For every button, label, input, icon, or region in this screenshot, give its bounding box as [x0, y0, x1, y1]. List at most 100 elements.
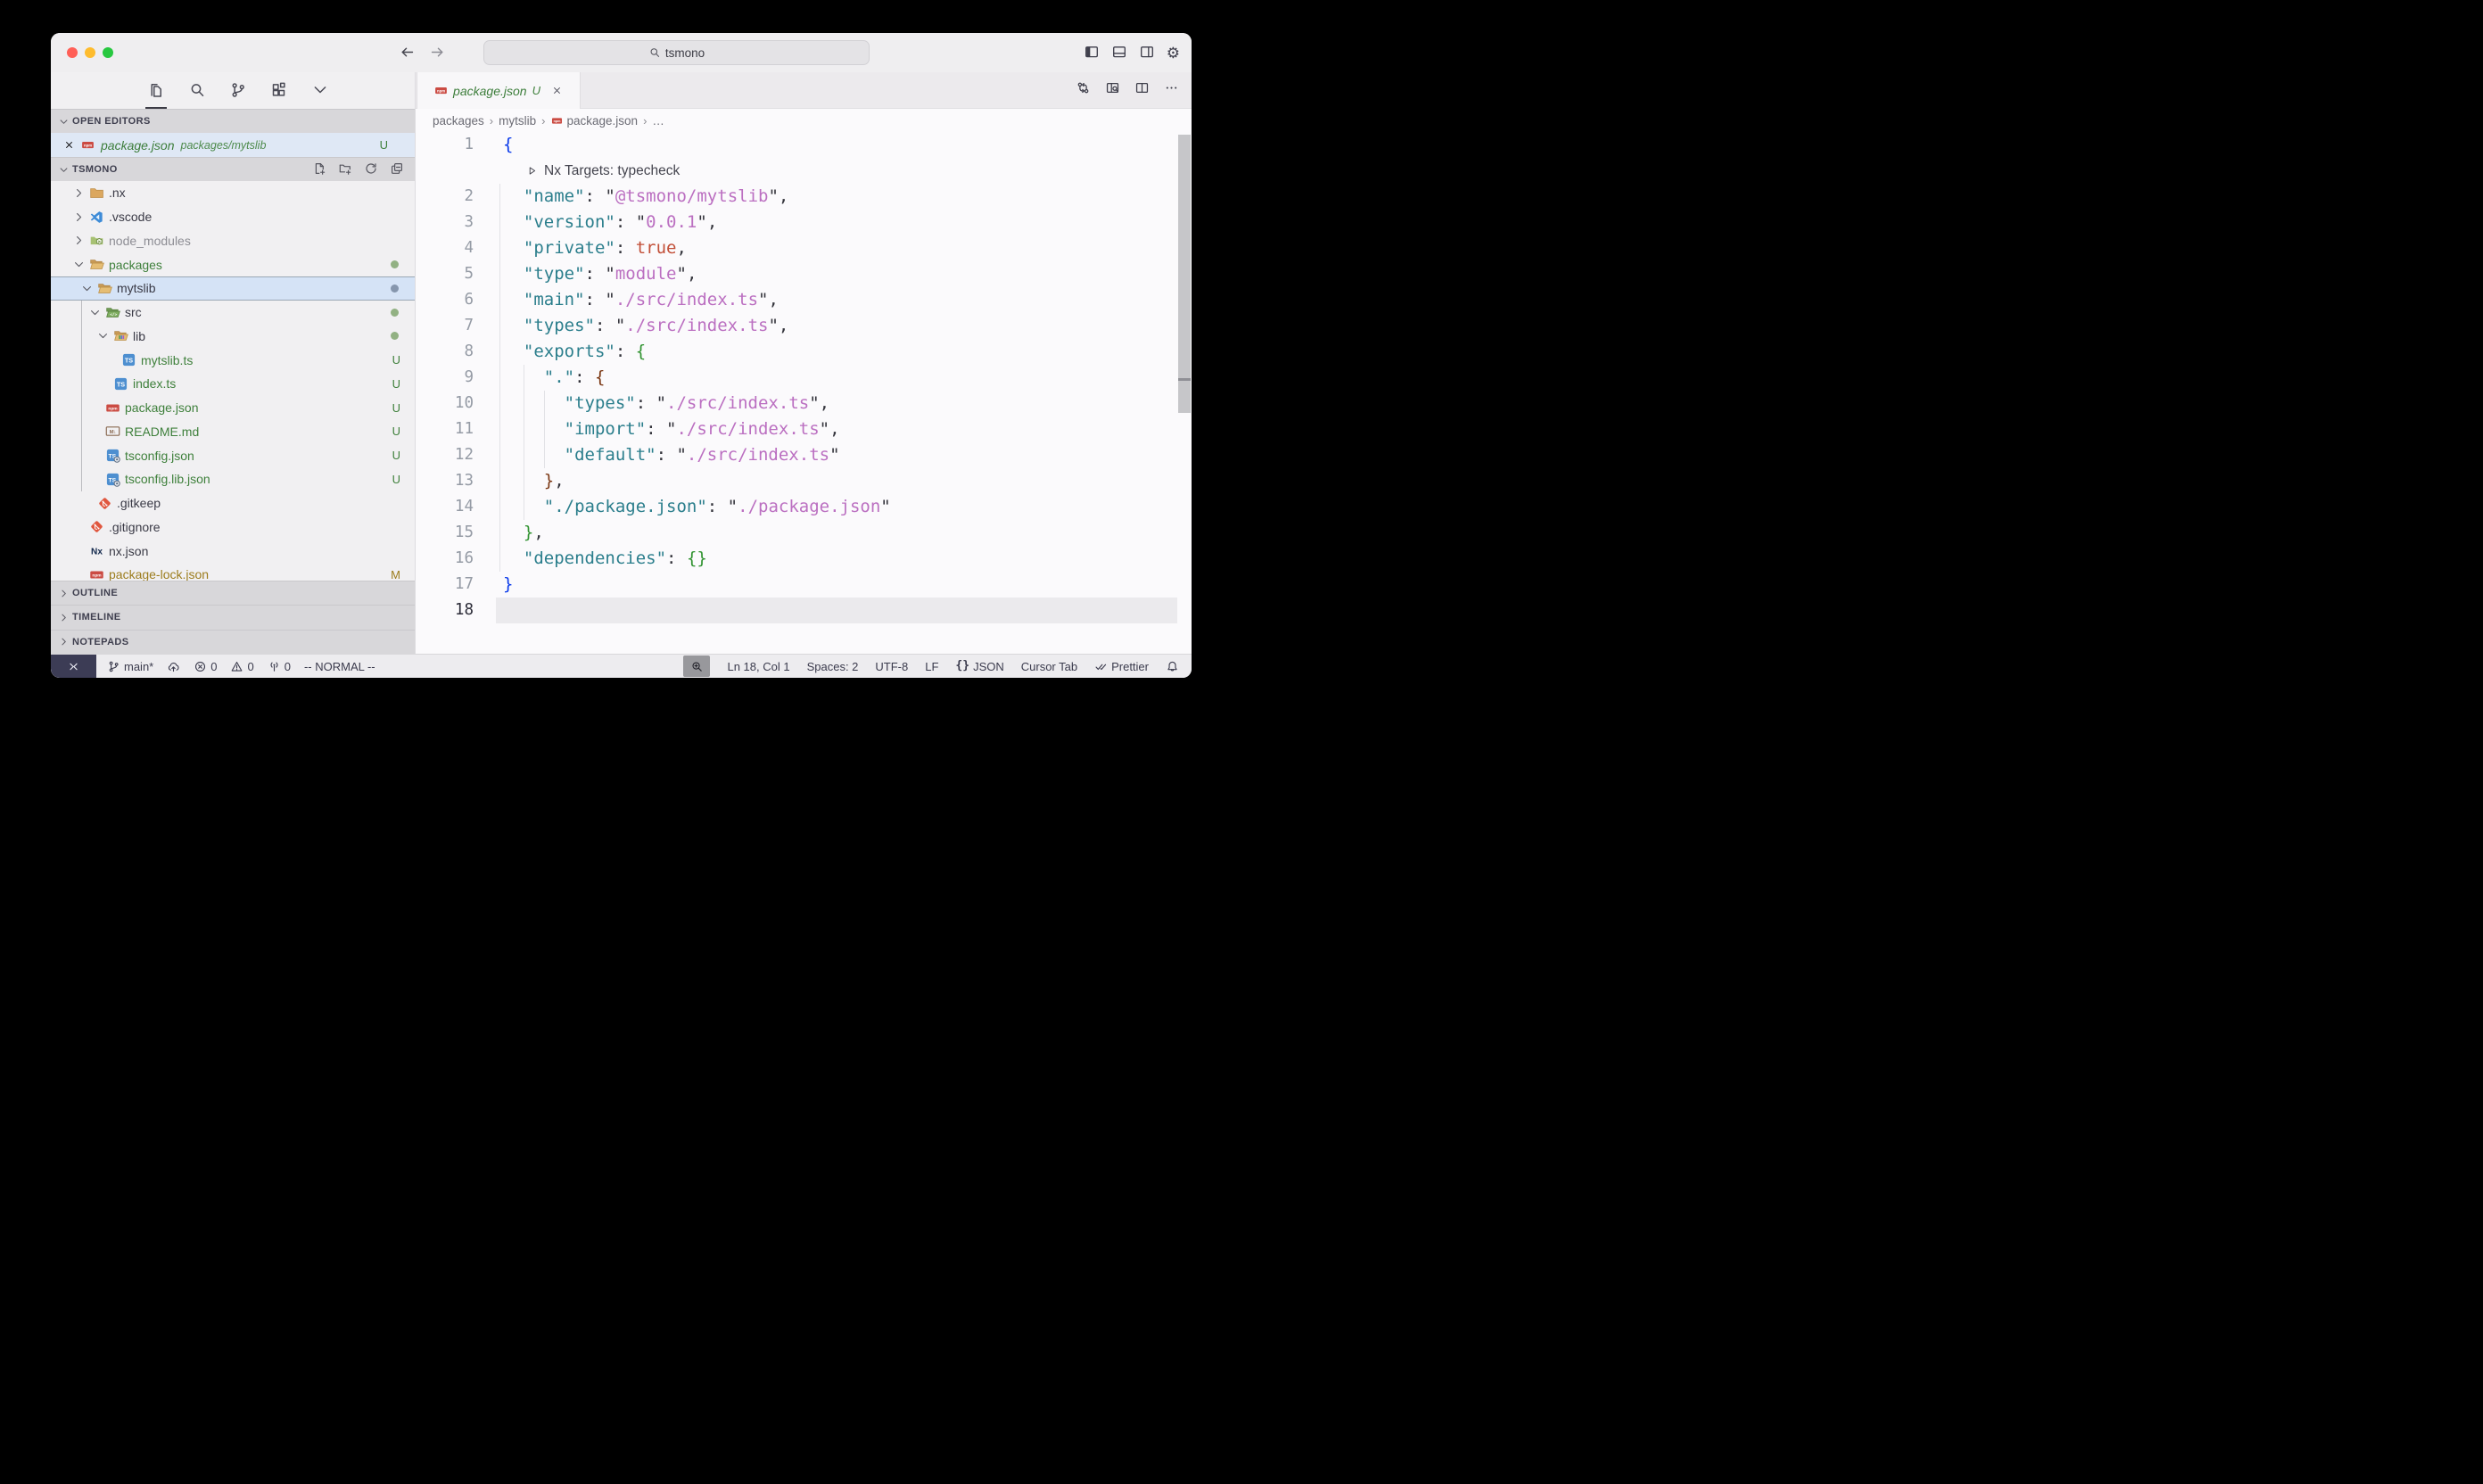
tree-item-index-ts[interactable]: TSindex.tsU: [51, 372, 415, 396]
collapse-all-button[interactable]: [390, 161, 404, 178]
svg-text:npm: npm: [108, 407, 118, 411]
tree-item-mytslib[interactable]: mytslib: [51, 276, 415, 301]
status-label: LF: [925, 660, 938, 673]
activity-source-control-button[interactable]: [227, 72, 249, 109]
status-label: Spaces: 2: [807, 660, 859, 673]
breadcrumb-separator: ›: [490, 114, 493, 128]
activity-extensions-button[interactable]: [268, 72, 290, 109]
code-line-10: 10 "types": "./src/index.ts",: [416, 391, 1192, 416]
close-icon[interactable]: [63, 139, 75, 151]
refresh-button[interactable]: [364, 161, 378, 178]
panel-header-timeline[interactable]: TIMELINE: [51, 605, 415, 629]
toggle-secondary-sidebar-button[interactable]: [1139, 44, 1155, 64]
chevron-right-icon[interactable]: [72, 234, 86, 247]
explorer-header[interactable]: TSMONO: [51, 157, 415, 181]
command-center-search[interactable]: tsmono: [483, 40, 870, 65]
tree-item--gitkeep[interactable]: .gitkeep: [51, 491, 415, 515]
code-content: "dependencies": {}: [503, 546, 707, 572]
status-0[interactable]: 0: [268, 660, 291, 673]
breadcrumb-item[interactable]: packages: [433, 114, 484, 128]
line-number: 1: [416, 132, 474, 158]
chevron-down-icon[interactable]: [72, 258, 86, 271]
status-label: Prettier: [1111, 660, 1149, 673]
tree-item-tsconfig-json[interactable]: TStsconfig.jsonU: [51, 443, 415, 467]
code-line-16: 16 "dependencies": {}: [416, 546, 1192, 572]
open-editors-header[interactable]: OPEN EDITORS: [51, 109, 415, 133]
search-icon: [188, 81, 206, 99]
tree-item--gitignore[interactable]: .gitignore: [51, 515, 415, 540]
status-cloud-upload[interactable]: [167, 660, 180, 673]
chevron-right-icon: [58, 588, 70, 599]
panel-header-outline[interactable]: OUTLINE: [51, 581, 415, 605]
tab-package-json[interactable]: npm package.json U: [417, 72, 581, 109]
settings-gear-button[interactable]: ⚙: [1167, 45, 1180, 62]
preview-search-icon: [1105, 80, 1120, 95]
status-prettier[interactable]: Prettier: [1094, 660, 1149, 673]
cloud-upload-icon: [167, 660, 180, 673]
codelens-nx-targets[interactable]: Nx Targets: typecheck: [416, 158, 1192, 184]
status-ln-18-col-1[interactable]: Ln 18, Col 1: [727, 660, 789, 673]
toggle-primary-sidebar-button[interactable]: [1084, 44, 1100, 64]
tree-item-packages[interactable]: packages: [51, 252, 415, 276]
activity-search-button[interactable]: [186, 72, 208, 109]
status-zoom-button[interactable]: [683, 655, 710, 677]
explorer-title: TSMONO: [72, 164, 118, 175]
split-editor-button[interactable]: [1134, 80, 1150, 100]
tree-item-nx-json[interactable]: Nxnx.json: [51, 539, 415, 563]
open-editor-item[interactable]: npmpackage.jsonpackages/mytslibU: [51, 133, 415, 157]
zoom-button[interactable]: [103, 47, 113, 58]
scrollbar-thumb[interactable]: [1178, 135, 1191, 413]
tree-item-label: nx.json: [109, 544, 148, 558]
breadcrumb-item[interactable]: npmpackage.json: [551, 114, 639, 128]
tree-item-lib[interactable]: lib: [51, 325, 415, 349]
tree-item--nx[interactable]: .nx: [51, 181, 415, 205]
chevron-down-icon[interactable]: [88, 306, 102, 319]
activity-files-button[interactable]: [145, 72, 167, 109]
status-spaces-2[interactable]: Spaces: 2: [807, 660, 859, 673]
status-main-[interactable]: main*: [107, 660, 153, 673]
tree-item-package-json[interactable]: npmpackage.jsonU: [51, 396, 415, 420]
toggle-panel-button[interactable]: [1111, 44, 1127, 64]
files-icon: [147, 81, 165, 99]
panel-header-notepads[interactable]: NOTEPADS: [51, 630, 415, 654]
tree-item-tsconfig-lib-json[interactable]: TStsconfig.lib.jsonU: [51, 467, 415, 491]
tree-item-node-modules[interactable]: jsnode_modules: [51, 229, 415, 253]
activity-chevron-more-button[interactable]: [309, 72, 331, 109]
tree-item-src[interactable]: </>src: [51, 301, 415, 325]
double-check-icon: [1094, 660, 1108, 673]
status-0[interactable]: 0: [230, 660, 253, 673]
minimize-button[interactable]: [85, 47, 95, 58]
breadcrumb-item[interactable]: mytslib: [499, 114, 536, 128]
node-icon: js: [89, 233, 104, 248]
tree-item-package-lock-json[interactable]: npmpackage-lock.jsonM: [51, 563, 415, 581]
tree-item--vscode[interactable]: .vscode: [51, 205, 415, 229]
preview-search-button[interactable]: [1105, 80, 1120, 100]
chevron-down-icon[interactable]: [96, 329, 110, 342]
modified-dot-badge: [391, 260, 399, 268]
status-cursor-tab[interactable]: Cursor Tab: [1021, 660, 1077, 673]
open-changes-button[interactable]: [1076, 80, 1091, 100]
tree-item-mytslib-ts[interactable]: TSmytslib.tsU: [51, 348, 415, 372]
new-folder-button[interactable]: [338, 161, 352, 178]
breadcrumb-item[interactable]: …: [652, 114, 664, 128]
status-bell[interactable]: [1166, 660, 1179, 673]
back-arrow-icon[interactable]: [399, 44, 416, 61]
close-button[interactable]: [67, 47, 78, 58]
status--normal-[interactable]: -- NORMAL --: [304, 660, 375, 673]
status-lf[interactable]: LF: [925, 660, 938, 673]
status-json[interactable]: {}JSON: [955, 660, 1003, 673]
chevron-down-icon[interactable]: [80, 282, 94, 295]
new-file-button[interactable]: [312, 161, 326, 178]
forward-arrow-icon[interactable]: [429, 44, 446, 61]
code-editor[interactable]: 1{Nx Targets: typecheck2 "name": "@tsmon…: [416, 132, 1192, 654]
close-icon[interactable]: [551, 85, 563, 96]
more-actions-button[interactable]: [1164, 80, 1179, 100]
npm-icon: npm: [81, 138, 95, 152]
chevron-right-icon[interactable]: [72, 210, 86, 224]
tree-item-readme-md[interactable]: M↓README.mdU: [51, 420, 415, 444]
status-utf-8[interactable]: UTF-8: [875, 660, 908, 673]
vscode-window: tsmono ⚙ OPEN EDITORS npmpackage.jsonpac…: [51, 33, 1192, 678]
remote-indicator[interactable]: [51, 655, 96, 678]
chevron-right-icon[interactable]: [72, 186, 86, 200]
status-0[interactable]: 0: [194, 660, 217, 673]
